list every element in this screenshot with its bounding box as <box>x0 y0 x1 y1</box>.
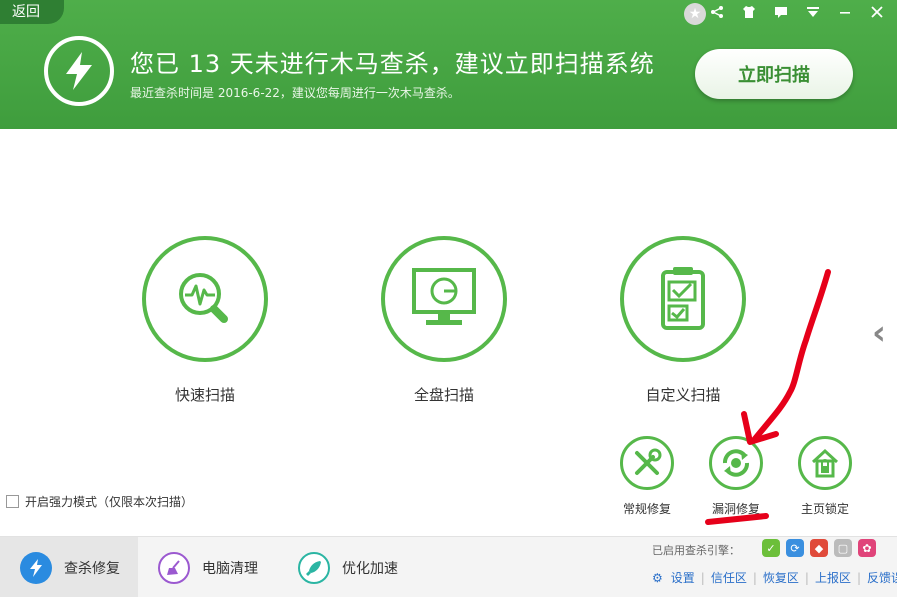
rocket-icon <box>298 551 330 584</box>
close-icon[interactable] <box>867 3 887 21</box>
strong-mode-option[interactable]: 开启强力模式（仅限本次扫描） <box>6 493 193 510</box>
engine-gray-icon[interactable]: ▢ <box>834 539 852 557</box>
custom-scan-label: 自定义扫描 <box>645 386 721 404</box>
engine-green-icon[interactable]: ✓ <box>762 539 780 557</box>
settings-link[interactable]: 设置 <box>671 569 695 586</box>
regular-repair-label: 常规修复 <box>622 502 671 516</box>
engine-pink-icon[interactable]: ✿ <box>858 539 876 557</box>
bolt-icon <box>44 36 114 106</box>
checklist-icon <box>620 236 746 362</box>
broom-icon <box>158 551 190 584</box>
strong-mode-label: 开启强力模式（仅限本次扫描） <box>25 495 194 509</box>
full-scan-label: 全盘扫描 <box>413 386 474 404</box>
scan-now-button[interactable]: 立即扫描 <box>695 49 853 99</box>
homepage-lock-tool[interactable]: 主页锁定 <box>790 436 860 517</box>
homepage-lock-label: 主页锁定 <box>800 502 849 516</box>
tab-speedup[interactable]: 优化加速 <box>298 537 428 597</box>
engine-label: 已启用查杀引擎： <box>652 544 740 557</box>
back-button[interactable]: 返回 <box>0 0 64 24</box>
restore-zone-link[interactable]: 恢复区 <box>763 569 799 586</box>
footer-links: ⚙ 设置 | 信任区 | 恢复区 | 上报区 | 反馈误报 <box>652 569 897 586</box>
header-banner: 返回 ★ 您已 13 天未进行木马查杀，建议立即扫描系统 最近查杀时间是 201… <box>0 0 897 129</box>
engine-red-icon[interactable]: ◆ <box>810 539 828 557</box>
tab-pc-cleanup[interactable]: 电脑清理 <box>158 537 288 597</box>
last-scan-info: 最近查杀时间是 2016-6-22，建议您每周进行一次木马查杀。 <box>130 86 460 100</box>
star-icon[interactable]: ★ <box>684 3 706 25</box>
tab-virus-repair[interactable]: 查杀修复 <box>0 537 138 597</box>
window-controls <box>707 2 887 22</box>
trust-zone-link[interactable]: 信任区 <box>711 569 747 586</box>
full-scan-option[interactable]: 全盘扫描 <box>379 236 509 405</box>
chevron-left-icon[interactable]: ‹ <box>872 313 886 353</box>
vulnerability-repair-tool[interactable]: 漏洞修复 <box>701 436 771 517</box>
monitor-icon <box>381 236 507 362</box>
tab-pc-cleanup-label: 电脑清理 <box>202 560 258 577</box>
wrench-screwdriver-icon <box>620 436 674 490</box>
engine-cloud-icon[interactable]: ⟳ <box>786 539 804 557</box>
minimize-icon[interactable] <box>835 3 855 21</box>
quick-scan-label: 快速扫描 <box>174 386 235 404</box>
house-lock-icon <box>798 436 852 490</box>
tab-speedup-label: 优化加速 <box>342 560 398 577</box>
refresh-shield-icon <box>709 436 763 490</box>
tab-virus-repair-label: 查杀修复 <box>64 560 120 577</box>
message-icon[interactable] <box>771 3 791 21</box>
regular-repair-tool[interactable]: 常规修复 <box>612 436 682 517</box>
custom-scan-option[interactable]: 自定义扫描 <box>618 236 748 405</box>
skin-icon[interactable] <box>739 3 759 21</box>
headline: 您已 13 天未进行木马查杀，建议立即扫描系统 <box>130 50 655 78</box>
vulnerability-repair-label: 漏洞修复 <box>711 502 760 516</box>
menu-icon[interactable] <box>803 3 823 21</box>
feedback-link[interactable]: 反馈误报 <box>867 569 897 586</box>
bolt-tab-icon <box>20 551 52 584</box>
gear-icon[interactable]: ⚙ <box>652 571 663 585</box>
report-zone-link[interactable]: 上报区 <box>815 569 851 586</box>
share-icon[interactable] <box>707 3 727 21</box>
quick-scan-option[interactable]: 快速扫描 <box>140 236 270 405</box>
strong-mode-checkbox[interactable] <box>6 495 19 508</box>
magnifier-pulse-icon <box>142 236 268 362</box>
engine-list: ✓ ⟳ ◆ ▢ ✿ <box>762 539 876 557</box>
